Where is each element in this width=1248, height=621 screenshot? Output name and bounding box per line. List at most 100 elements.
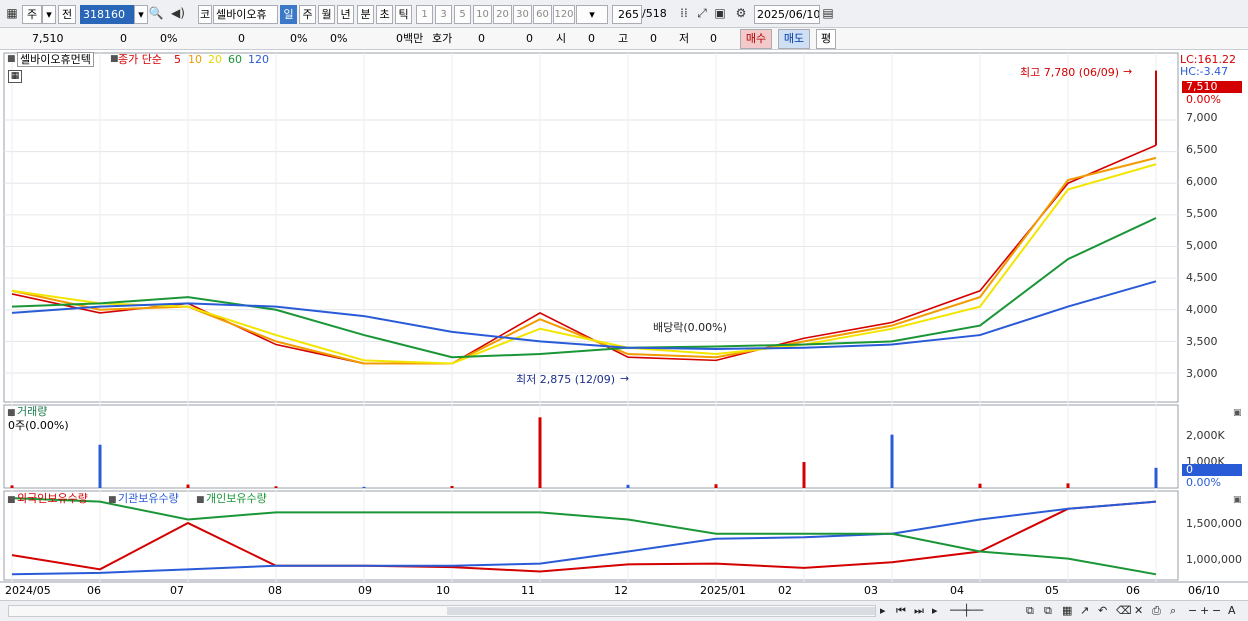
scroll-first-icon[interactable]: ⏮ <box>896 603 906 619</box>
period-week[interactable]: 주 <box>299 5 316 24</box>
high-label: 고 <box>618 32 629 45</box>
interval-30[interactable]: 30 <box>513 5 532 24</box>
individual-holdings-label[interactable]: 개인보유수량 <box>206 492 267 505</box>
price-tick: 5,000 <box>1186 239 1218 252</box>
grid-icon[interactable]: ⁞⁞ <box>676 5 692 24</box>
code-dropdown-icon[interactable]: ▾ <box>134 5 148 24</box>
volume-bar <box>802 462 806 488</box>
search-icon[interactable]: 🔍 <box>148 5 164 24</box>
undo-icon[interactable]: ↶ <box>1098 603 1107 619</box>
layout-icon[interactable]: ▦ <box>1062 603 1072 619</box>
ma60-label[interactable]: 60 <box>228 53 242 66</box>
price-tick: 3,500 <box>1186 335 1218 348</box>
chart-type-icon[interactable]: ▦ <box>4 5 20 24</box>
prev-button[interactable]: 전 <box>58 5 76 24</box>
volume-bar <box>274 486 278 488</box>
buy-button[interactable]: 매수 <box>740 29 772 49</box>
save-icon[interactable]: ▣ <box>712 5 728 24</box>
stock-name-label[interactable]: 셀바이오휴먼텍 <box>17 52 94 67</box>
volume-ratio: 0% <box>330 32 348 45</box>
settings-gear-icon[interactable]: ⚙ <box>732 5 750 24</box>
volume-tick: 2,000K <box>1186 429 1225 442</box>
volume-bar <box>890 434 894 488</box>
volume-title[interactable]: 거래량 <box>17 405 47 418</box>
count-input[interactable]: 265 <box>612 5 642 24</box>
bid-value-2: 0 <box>526 32 533 45</box>
x-axis-label: 06 <box>87 584 101 597</box>
interval-5[interactable]: 5 <box>454 5 471 24</box>
holdings-tick: 1,500,000 <box>1186 517 1242 530</box>
zoom-slider[interactable]: ──┼── <box>950 603 1020 619</box>
interval-60[interactable]: 60 <box>533 5 552 24</box>
zoom-reset-icon[interactable]: − <box>1212 603 1221 619</box>
capture-icon[interactable]: ⧉ <box>1026 603 1034 619</box>
scroll-last-icon[interactable]: ⏭ <box>914 603 924 619</box>
ma-label[interactable]: 종가 단순 <box>118 53 162 66</box>
legend-marker-icon: ■ <box>7 54 16 64</box>
calendar-icon[interactable]: ▤ <box>820 5 836 24</box>
ma10-label[interactable]: 10 <box>188 53 202 66</box>
period-tick[interactable]: 틱 <box>395 5 412 24</box>
erase-icon[interactable]: ⌫ <box>1116 603 1132 619</box>
interval-10[interactable]: 10 <box>473 5 492 24</box>
period-second[interactable]: 초 <box>376 5 393 24</box>
high-value: 0 <box>650 32 657 45</box>
font-size-icon[interactable]: A <box>1228 603 1236 619</box>
panel-maximize-icon[interactable]: ▣ <box>1233 407 1242 420</box>
volume-bar <box>362 486 366 488</box>
x-axis-label: 02 <box>778 584 792 597</box>
interval-120[interactable]: 120 <box>553 5 575 24</box>
interval-3[interactable]: 3 <box>435 5 452 24</box>
ma120-label[interactable]: 120 <box>248 53 269 66</box>
institution-holdings-label[interactable]: 기관보유수량 <box>118 492 179 505</box>
zoom-out-icon[interactable]: − <box>1188 603 1197 619</box>
draw-line-icon[interactable]: ↗ <box>1080 603 1089 619</box>
volume-bar <box>98 444 102 488</box>
sell-button[interactable]: 매도 <box>778 29 810 49</box>
zoom-in-icon[interactable]: + <box>1200 603 1209 619</box>
speaker-icon[interactable]: ◀) <box>168 5 188 24</box>
volume-bar <box>626 484 630 488</box>
chart-area: ■ 셀바이오휴먼텍 ■ 종가 단순 5 10 20 60 120 ▦ LC:16… <box>0 50 1248 600</box>
print-icon[interactable]: ⎙ <box>1152 603 1161 619</box>
custom-interval-select[interactable]: ▾ <box>576 5 608 24</box>
copy-icon[interactable]: ⧉ <box>1044 603 1052 619</box>
average-button[interactable]: 평 <box>816 29 836 49</box>
x-axis-label: 06 <box>1126 584 1140 597</box>
draw-tool-icon[interactable]: ⤢ <box>694 5 710 24</box>
ma5-label[interactable]: 5 <box>174 53 181 66</box>
period-year[interactable]: 년 <box>337 5 354 24</box>
play-icon[interactable]: ▸ <box>932 603 938 619</box>
holdings-line-2 <box>11 497 1157 576</box>
dropdown-chevron-icon[interactable]: ▾ <box>42 5 56 24</box>
period-minute[interactable]: 분 <box>357 5 374 24</box>
scroll-track[interactable] <box>8 605 876 617</box>
ma20-label[interactable]: 20 <box>208 53 222 66</box>
volume-bar <box>10 485 14 488</box>
volume-value: 0 <box>238 32 245 45</box>
type-select[interactable]: 주 <box>22 5 42 24</box>
quote-bar: 7,510 0 0% 0 0% 0% 0백만 호가 0 0 시 0 고 0 저 … <box>0 28 1248 50</box>
zoom-icon[interactable]: ⌕ <box>1170 603 1176 619</box>
x-axis-label: 09 <box>358 584 372 597</box>
date-input[interactable]: 2025/06/10 <box>754 5 820 24</box>
interval-1[interactable]: 1 <box>416 5 433 24</box>
period-month[interactable]: 월 <box>318 5 335 24</box>
scroll-right-icon[interactable]: ▸ <box>880 603 886 619</box>
stock-chart[interactable] <box>0 50 1248 600</box>
current-price: 7,510 <box>32 32 64 45</box>
holdings-line-1 <box>11 500 1157 576</box>
bottom-scrollbar: ▸ ⏮ ⏭ ▸ ──┼── ⧉ ⧉ ▦ ↗ ↶ ⌫ ✕ ⎙ ⌕ − + − A <box>0 600 1248 621</box>
stock-code-input[interactable]: 318160 <box>80 5 134 24</box>
foreign-holdings-label[interactable]: 외국인보유수량 <box>17 492 88 505</box>
interval-20[interactable]: 20 <box>493 5 512 24</box>
eraser-all-icon[interactable]: ✕ <box>1134 603 1143 619</box>
stock-name-field[interactable]: 셀바이오휴 <box>213 5 278 24</box>
volume-current-pct: 0.00% <box>1186 476 1221 489</box>
panel-maximize-icon[interactable]: ▣ <box>1233 494 1242 507</box>
period-day[interactable]: 일 <box>280 5 297 24</box>
ma-line-5 <box>11 144 1157 365</box>
price-change: 0 <box>120 32 127 45</box>
table-toggle-icon[interactable]: ▦ <box>8 70 22 83</box>
scroll-thumb[interactable] <box>447 607 875 615</box>
